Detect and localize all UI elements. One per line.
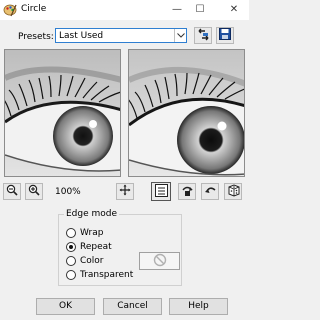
radio-wrap-label[interactable]: Wrap	[80, 228, 103, 238]
paint-palette-icon	[3, 3, 17, 17]
radio-wrap-button[interactable]	[66, 228, 76, 238]
reset-icon	[181, 184, 194, 200]
title-bar: Circle — ☐ ✕	[0, 0, 249, 20]
edge-mode-title: Edge mode	[64, 209, 120, 219]
zoom-in-button[interactable]	[25, 183, 43, 200]
original-preview[interactable]	[4, 49, 121, 177]
eye-image-result	[129, 50, 244, 176]
proof-list-icon	[154, 183, 168, 200]
proof-button[interactable]	[151, 182, 171, 201]
presets-dropdown[interactable]: Last Used	[55, 28, 187, 43]
chevron-down-icon[interactable]	[174, 29, 186, 42]
presets-label: Presets:	[18, 32, 54, 42]
load-preset-button[interactable]	[194, 27, 212, 44]
help-button[interactable]: Help	[169, 298, 228, 315]
pan-button[interactable]	[116, 183, 134, 200]
radio-color-label[interactable]: Color	[80, 256, 104, 266]
zoom-level: 100%	[55, 187, 81, 197]
zoom-out-icon	[6, 184, 18, 199]
radio-transparent-label[interactable]: Transparent	[80, 270, 133, 280]
radio-wrap[interactable]: Wrap	[66, 227, 103, 239]
save-preset-button[interactable]	[216, 27, 234, 44]
radio-color-button[interactable]	[66, 256, 76, 266]
floppy-disk-icon	[219, 28, 231, 43]
radio-transparent[interactable]: Transparent	[66, 269, 133, 281]
result-preview[interactable]	[128, 49, 245, 177]
radio-repeat-button[interactable]	[66, 242, 76, 252]
radio-color[interactable]: Color	[66, 255, 104, 267]
zoom-out-button[interactable]	[3, 183, 21, 200]
load-preset-icon	[197, 28, 210, 44]
close-icon[interactable]: ✕	[224, 2, 244, 18]
reset-button[interactable]	[178, 183, 196, 200]
move-icon	[119, 184, 131, 199]
undo-button[interactable]	[201, 183, 219, 200]
eye-image-original	[5, 50, 120, 176]
zoom-in-icon	[28, 184, 40, 199]
cancel-button[interactable]: Cancel	[103, 298, 162, 315]
radio-transparent-button[interactable]	[66, 270, 76, 280]
dice-icon	[227, 183, 240, 200]
minimize-icon[interactable]: —	[167, 2, 187, 18]
undo-icon	[204, 184, 217, 200]
no-color-icon	[153, 253, 167, 270]
ok-button[interactable]: OK	[36, 298, 95, 315]
radio-repeat-label[interactable]: Repeat	[80, 242, 112, 252]
presets-value: Last Used	[59, 31, 104, 41]
randomize-button[interactable]	[224, 183, 242, 200]
radio-repeat[interactable]: Repeat	[66, 241, 112, 253]
window-title: Circle	[21, 4, 47, 14]
maximize-icon[interactable]: ☐	[190, 2, 210, 18]
edge-color-swatch[interactable]	[139, 252, 180, 270]
